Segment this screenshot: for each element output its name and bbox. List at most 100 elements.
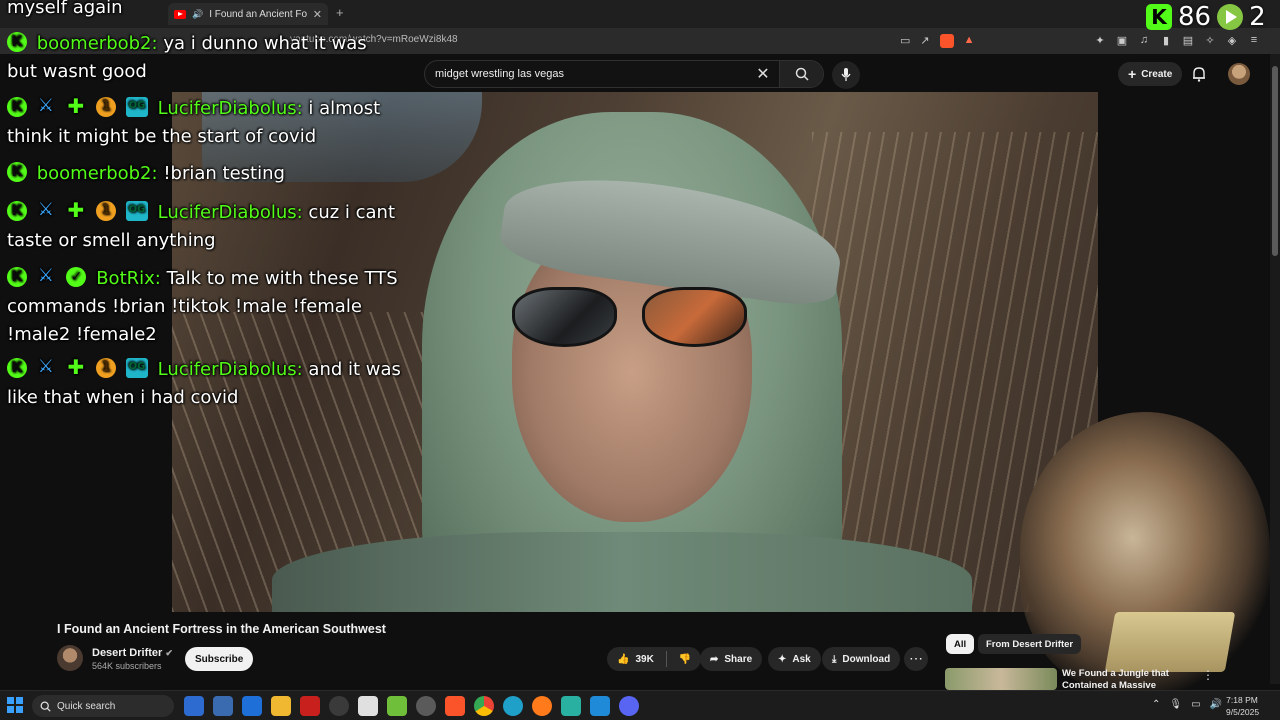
cast-icon[interactable]: ▭: [900, 34, 910, 48]
ask-button[interactable]: ✦ Ask: [768, 647, 821, 671]
vscode-icon[interactable]: [590, 696, 610, 716]
app-clock-icon[interactable]: [329, 696, 349, 716]
plus-icon: +: [1128, 66, 1137, 82]
recommended-menu-icon[interactable]: ⋮: [1202, 668, 1214, 682]
chat-message: i almost: [308, 98, 381, 119]
subscriber-count: 564K subscribers: [92, 661, 162, 671]
page-scrollbar[interactable]: [1270, 54, 1280, 684]
chat-line: but wasnt good: [7, 58, 147, 86]
account-avatar[interactable]: [1228, 63, 1250, 85]
kick-badge-icon: [7, 93, 27, 121]
search-button[interactable]: [779, 61, 823, 87]
recommended-thumbnail[interactable]: [945, 668, 1057, 690]
firefox-icon[interactable]: [532, 696, 552, 716]
menu-icon[interactable]: ≡: [1248, 34, 1260, 47]
recommended-title[interactable]: We Found a Jungle that Contained a Massi…: [1062, 668, 1192, 690]
voice-search-button[interactable]: [832, 61, 860, 89]
clear-search-icon[interactable]: ✕: [747, 64, 779, 84]
more-actions-button[interactable]: ⋯: [904, 647, 928, 671]
app-obs-icon[interactable]: [416, 696, 436, 716]
chat-overlay: myself again boomerbob2: ya i dunno what…: [0, 0, 401, 420]
chat-line: BotRix: Talk to me with these TTS: [7, 262, 398, 293]
share-label: Share: [724, 653, 753, 665]
app-red-icon[interactable]: [300, 696, 320, 716]
share-page-icon[interactable]: ↗: [920, 34, 929, 48]
brave-browser-icon[interactable]: [445, 696, 465, 716]
channel-name[interactable]: Desert Drifter ✔: [92, 647, 173, 659]
chat-line: LuciferDiabolus: i almost: [7, 92, 381, 123]
file-explorer-icon[interactable]: [271, 696, 291, 716]
search-input[interactable]: [425, 61, 747, 87]
app-green-icon[interactable]: [387, 696, 407, 716]
og-badge-icon: [125, 353, 148, 381]
toolbar-icons: ✦ ▣ ♫ ▮ ▤ ✧ ◈ ≡: [1094, 34, 1260, 47]
clock-date: 9/5/2025: [1226, 707, 1260, 717]
discord-icon[interactable]: [619, 696, 639, 716]
network-icon[interactable]: ▭: [1191, 699, 1200, 710]
search-icon: [40, 701, 51, 712]
app-task-view-icon[interactable]: [184, 696, 204, 716]
wallet-icon[interactable]: ▤: [1182, 34, 1194, 47]
chat-line: boomerbob2: ya i dunno what it was: [7, 28, 367, 58]
extensions-icon[interactable]: ✦: [1094, 34, 1106, 47]
screenshot-icon[interactable]: ▣: [1116, 34, 1128, 47]
chrome-icon[interactable]: [474, 696, 494, 716]
thumbs-down-icon[interactable]: 👎: [679, 654, 691, 665]
one-badge-icon: [96, 197, 117, 225]
video-person-sunglasses: [512, 287, 752, 357]
diamond-badge-icon: [66, 92, 86, 120]
edge-icon[interactable]: [503, 696, 523, 716]
taskbar-apps: [184, 696, 639, 716]
leo-ai-icon[interactable]: ✧: [1204, 34, 1216, 47]
chat-username: LuciferDiabolus:: [157, 359, 303, 380]
channel-avatar[interactable]: [57, 645, 83, 671]
share-button[interactable]: ➦ Share: [700, 647, 763, 671]
og-badge-icon: [125, 196, 148, 224]
sparkle-icon: ✦: [778, 653, 787, 665]
notifications-button[interactable]: [1192, 66, 1206, 87]
taskbar-clock[interactable]: 7:18 PM 9/5/2025: [1226, 694, 1260, 718]
chat-text: think it might be the start of covid: [7, 126, 317, 147]
webcam-box-object: [1104, 612, 1236, 672]
subscribe-button[interactable]: Subscribe: [185, 647, 254, 671]
app-teal-icon[interactable]: [561, 696, 581, 716]
taskbar-search[interactable]: Quick search: [32, 695, 174, 717]
app-capcut-icon[interactable]: [358, 696, 378, 716]
vpn-icon[interactable]: ◈: [1226, 34, 1238, 47]
start-button[interactable]: [7, 697, 23, 713]
address-bar-actions: ▭ ↗ ▲: [900, 34, 975, 48]
chat-line: commands !brian !tiktok !male !female: [7, 293, 362, 321]
scrollbar-thumb[interactable]: [1272, 66, 1278, 256]
chip-from-channel[interactable]: From Desert Drifter: [978, 634, 1082, 654]
like-button[interactable]: 👍 39K 👎: [607, 647, 702, 671]
like-divider: [665, 651, 667, 667]
video-person-shirt: [272, 532, 972, 612]
sidebar-toggle-icon[interactable]: ▮: [1160, 34, 1172, 47]
create-button[interactable]: + Create: [1118, 62, 1183, 86]
kick-badge-icon: [7, 263, 27, 291]
download-button[interactable]: ⤓ Download: [822, 647, 901, 671]
windows-logo-icon: [7, 697, 14, 704]
microphone-icon: [841, 68, 851, 81]
taskbar-search-label: Quick search: [57, 700, 116, 712]
viewer-counters: K 86 2: [1146, 2, 1266, 32]
right-lens: [642, 287, 747, 347]
volume-icon[interactable]: 🔊: [1210, 699, 1222, 710]
search-box: ✕: [424, 60, 824, 88]
app-store-icon[interactable]: [213, 696, 233, 716]
brave-rewards-icon[interactable]: ▲: [964, 34, 975, 48]
diamond-badge-icon: [66, 353, 86, 381]
chip-all[interactable]: All: [946, 634, 975, 654]
chat-text: commands !brian !tiktok !male !female: [7, 296, 362, 317]
kick-icon: K: [1146, 4, 1172, 30]
chevron-up-icon[interactable]: ⌃: [1152, 699, 1160, 710]
media-icon[interactable]: ♫: [1138, 34, 1150, 47]
windows-logo-icon: [7, 706, 14, 713]
kick-badge-icon: [7, 158, 27, 186]
app-remote-icon[interactable]: [242, 696, 262, 716]
microphone-tray-icon[interactable]: 🎙: [1169, 699, 1182, 710]
brave-shields-icon[interactable]: [939, 34, 954, 48]
windows-logo-icon: [16, 697, 23, 704]
chat-line: !male2 !female2: [7, 321, 157, 349]
chat-message: cuz i cant: [308, 202, 396, 223]
